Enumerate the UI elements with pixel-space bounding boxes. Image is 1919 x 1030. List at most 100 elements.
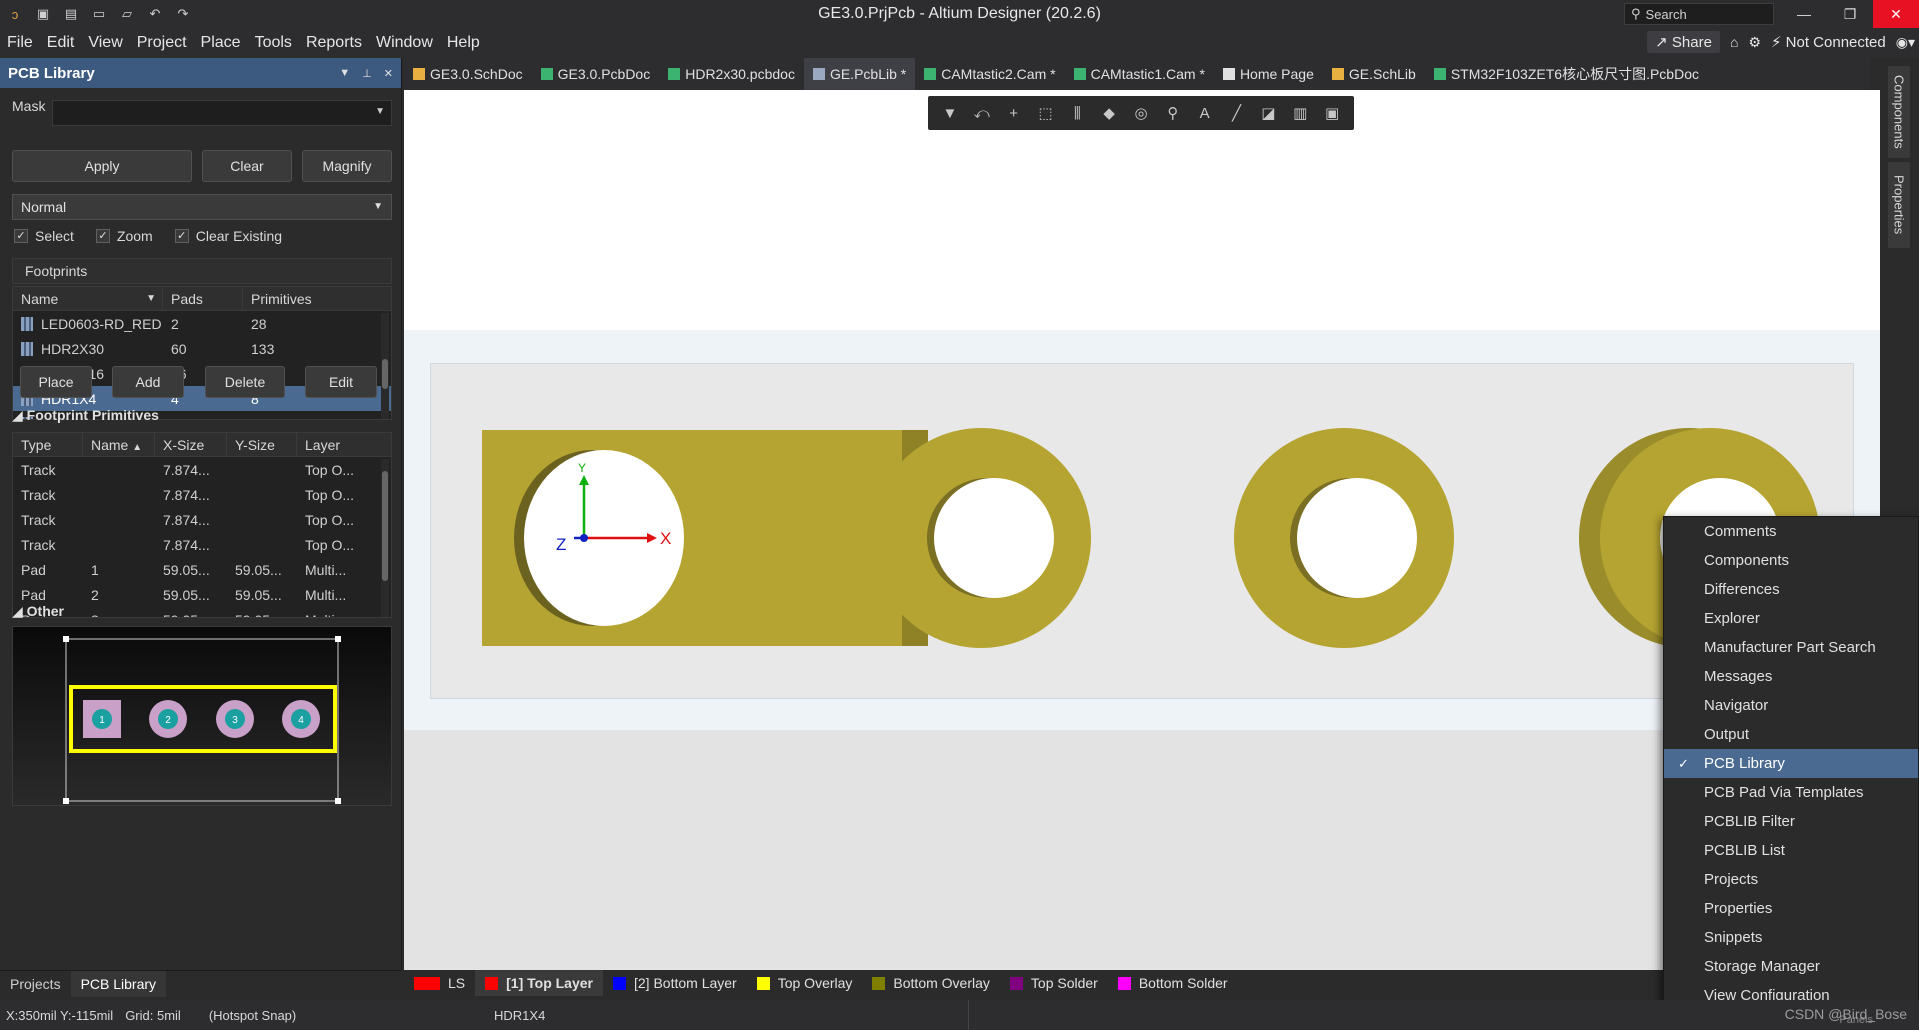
layer-tab[interactable]: Top Overlay [747,970,863,996]
col-y-size[interactable]: Y-Size [227,433,297,457]
menu-tools[interactable]: Tools [248,34,299,52]
delete-button[interactable]: Delete [205,366,285,398]
layer-tab[interactable]: LS [404,970,475,996]
magnify-button[interactable]: Magnify [302,150,392,182]
menu-edit[interactable]: Edit [40,34,82,52]
menu-window[interactable]: Window [369,34,440,52]
close-icon[interactable]: ✕ [1873,0,1919,28]
open-icon[interactable]: ▭ [90,6,108,22]
line-icon[interactable]: ╱ [1225,104,1249,122]
footprint-preview[interactable]: 1 2 3 4 [12,626,392,806]
add-icon[interactable]: + [1002,105,1026,122]
doc-tab[interactable]: CAMtastic1.Cam * [1065,58,1214,90]
table-row[interactable]: Track 7.874... Top O... [13,507,391,532]
menu-item[interactable]: PCB Pad Via Templates [1664,778,1918,807]
menu-item[interactable]: Properties [1664,894,1918,923]
clear-button[interactable]: Clear [202,150,292,182]
connection-status[interactable]: ⚡ Not Connected [1771,33,1886,51]
bounds-handle[interactable] [63,636,69,642]
select-checkbox[interactable]: ✓ Select [14,228,74,244]
panel-menu-icon[interactable]: ▼ [339,67,350,80]
menu-help[interactable]: Help [440,34,487,52]
menu-file[interactable]: File [0,34,40,52]
col-primitives[interactable]: Primitives [243,287,381,311]
eraser-icon[interactable]: ◆ [1097,104,1121,122]
doc-tab[interactable]: STM32F103ZET6核心板尺寸图.PcbDoc [1425,58,1708,90]
col-type[interactable]: Type [13,433,83,457]
menu-item[interactable]: Manufacturer Part Search [1664,633,1918,662]
menu-item[interactable]: PCBLIB List [1664,836,1918,865]
col-layer[interactable]: Layer [297,433,377,457]
menu-place[interactable]: Place [194,34,248,52]
menu-item[interactable]: Comments [1664,517,1918,546]
via-icon[interactable]: ⚲ [1161,104,1185,122]
menu-project[interactable]: Project [130,34,194,52]
footprints-scrollbar[interactable] [381,313,389,419]
select-rect-icon[interactable]: ⬚ [1033,104,1057,122]
clear-existing-checkbox[interactable]: ✓ Clear Existing [174,228,282,244]
layer-tab[interactable]: Bottom Overlay [862,970,999,996]
doc-tab[interactable]: GE.SchLib [1323,58,1425,90]
layer-tab[interactable]: Top Solder [1000,970,1108,996]
chevron-down-icon[interactable]: ▼ [375,106,385,117]
filter-icon[interactable]: ▼ [938,105,962,122]
restore-icon[interactable]: ❐ [1827,0,1873,28]
table-row[interactable]: Pad359.05...59.05...Multi... [13,607,391,618]
chart-icon[interactable]: ▥ [1288,104,1312,122]
bounds-handle[interactable] [335,798,341,804]
properties-side-tab[interactable]: Properties [1888,162,1910,248]
grid-size[interactable]: Grid: 5mil [119,1008,187,1023]
menu-reports[interactable]: Reports [299,34,369,52]
gear-icon[interactable]: ⚙ [1748,34,1761,51]
menu-view[interactable]: View [81,34,129,52]
table-row[interactable]: Track 7.874... Top O... [13,482,391,507]
tab-pcb-library[interactable]: PCB Library [70,970,167,997]
home-icon[interactable]: ⌂ [1730,34,1738,50]
menu-item[interactable]: Explorer [1664,604,1918,633]
table-row[interactable]: HDR2X30 60 133 [13,336,391,361]
edit-button[interactable]: Edit [305,366,377,398]
undo-icon[interactable]: ↶ [146,6,164,22]
mode-select[interactable]: Normal ▼ [12,194,392,220]
search-box[interactable]: ⚲ Search [1624,3,1774,25]
mask-input[interactable]: ▼ [52,100,392,126]
layer-tab[interactable]: [1] Top Layer [475,970,603,996]
menu-item[interactable]: Differences [1664,575,1918,604]
menu-item[interactable]: Snippets [1664,923,1918,952]
table-row[interactable]: Track 7.874... Top O... [13,532,391,557]
route-icon[interactable]: ⤺ [970,105,994,122]
scroll-thumb[interactable] [382,359,388,389]
menu-item[interactable]: Messages [1664,662,1918,691]
col-pads[interactable]: Pads [163,287,243,311]
text-icon[interactable]: A [1193,105,1217,122]
place-button[interactable]: Place [20,366,92,398]
primitives-scrollbar[interactable] [381,459,389,617]
layer-tab[interactable]: [2] Bottom Layer [603,970,747,996]
add-button[interactable]: Add [112,366,184,398]
table-row[interactable]: LED0603-RD_RED 2 28 [13,311,391,336]
save-icon[interactable]: ▣ [34,6,52,22]
bounds-handle[interactable] [335,636,341,642]
panel-close-icon[interactable]: ✕ [384,67,393,80]
apply-button[interactable]: Apply [12,150,192,182]
menu-item[interactable]: Output [1664,720,1918,749]
pad-icon[interactable]: ◎ [1129,104,1153,122]
save-all-icon[interactable]: ▤ [62,6,80,22]
share-button[interactable]: ↗ Share [1647,31,1720,53]
doc-tab[interactable]: GE3.0.SchDoc [404,58,532,90]
layer-tab[interactable]: Bottom Solder [1108,970,1238,996]
region-icon[interactable]: ◪ [1256,104,1280,122]
doc-tab[interactable]: Home Page [1214,58,1323,90]
zoom-checkbox[interactable]: ✓ Zoom [95,228,153,244]
footprint-primitives-title[interactable]: ◢ Footprint Primitives [12,407,159,424]
col-name[interactable]: Name ▼ [13,287,163,311]
menu-item[interactable]: Projects [1664,865,1918,894]
pin-icon[interactable]: ⊥ [362,67,372,80]
menu-item[interactable]: Storage Manager [1664,952,1918,981]
table-row[interactable]: Pad 1 59.05... 59.05... Multi... [13,557,391,582]
col-x-size[interactable]: X-Size [155,433,227,457]
redo-icon[interactable]: ↷ [174,6,192,22]
app-logo-icon[interactable]: ↄ [6,7,24,22]
table-row[interactable]: Pad 2 59.05... 59.05... Multi... [13,582,391,607]
scroll-thumb[interactable] [382,471,388,581]
